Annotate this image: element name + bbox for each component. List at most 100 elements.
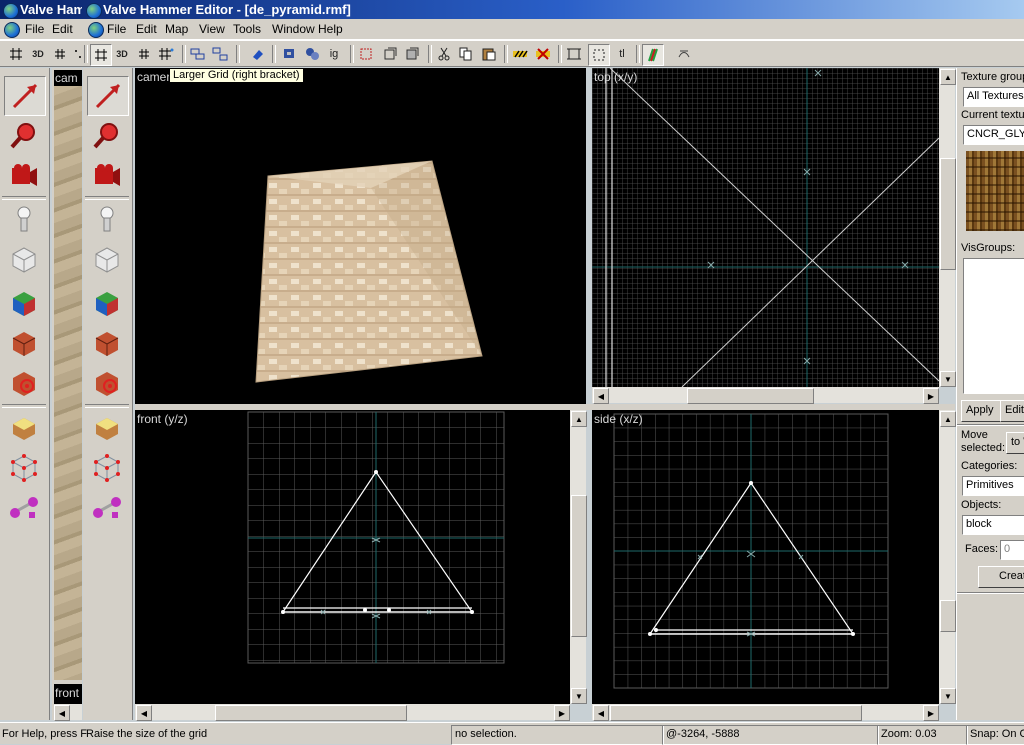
scroll-left-arrow-icon[interactable]: ◀ [593,388,609,404]
edit-button[interactable]: Edit [1000,400,1024,422]
path-icon[interactable] [87,488,127,526]
scroll-up-arrow-icon[interactable]: ▲ [571,411,587,427]
scroll-thumb[interactable] [940,600,956,632]
menu-file-background[interactable]: File [22,21,47,37]
map-bounds-icon[interactable] [564,44,584,64]
categories-select[interactable]: Primitives [962,476,1024,496]
select-by-handles-icon[interactable] [588,44,610,66]
show-helpers-icon[interactable] [642,44,664,66]
scroll-right-arrow-icon[interactable]: ▶ [923,705,939,721]
front-viewport[interactable]: front (y/z) [135,410,570,704]
scroll-left-arrow-icon[interactable]: ◀ [136,705,152,721]
scroll-up-arrow-icon[interactable]: ▲ [940,411,956,427]
scroll-up-arrow-icon[interactable]: ▲ [940,69,956,85]
ignore-grouping-button[interactable]: ig [324,44,344,64]
cordon-icon[interactable] [402,44,422,64]
texture-application-icon[interactable] [87,284,127,322]
show-objects-icon[interactable] [302,44,322,64]
entity-icon[interactable] [4,200,44,238]
block-icon[interactable] [4,240,44,278]
side-viewport[interactable]: side (x/z) [592,410,939,704]
selection-arrow-icon[interactable] [87,76,129,116]
visgroups-list[interactable] [963,258,1024,394]
clipping-icon[interactable] [87,408,127,446]
menu-edit[interactable]: Edit [133,21,160,37]
scroll-thumb[interactable] [215,705,407,721]
vertex-manipulation-icon[interactable] [87,448,127,486]
grid-icon[interactable] [6,44,26,64]
toggle-grid-icon[interactable] [90,44,112,66]
current-texture-select[interactable]: CNCR_GLYPHS [963,125,1024,145]
camera-icon[interactable] [87,156,127,194]
menu-view[interactable]: View [196,21,228,37]
scroll-right-arrow-icon[interactable]: ▶ [923,388,939,404]
copy-icon[interactable] [456,44,476,64]
scroll-thumb[interactable] [610,705,862,721]
texture-lock-button[interactable]: tl [612,44,632,64]
document-globe-icon[interactable] [88,22,104,38]
scroll-down-arrow-icon[interactable]: ▼ [940,371,956,387]
menu-edit-background[interactable]: Edit [49,21,76,37]
entity-icon[interactable] [87,200,127,238]
background-camera-view[interactable]: cam [54,70,82,680]
background-hscrollbar[interactable]: ◀ [54,704,82,721]
front-viewport-vscrollbar[interactable]: ▲ ▼ [570,410,587,704]
apply-button[interactable]: Apply [961,400,1003,422]
menu-help[interactable]: Help [315,21,346,37]
cut-icon[interactable] [434,44,454,64]
path-icon[interactable] [4,488,44,526]
toggle-3d-grid-button[interactable]: 3D [112,44,132,64]
texture-preview[interactable] [966,151,1024,231]
top-viewport[interactable]: top (x/y) [592,68,939,387]
scroll-thumb[interactable] [687,388,814,404]
smaller-grid-icon[interactable] [50,44,70,64]
front-viewport-hscrollbar[interactable]: ◀ ▶ [135,704,570,721]
apply-texture-icon[interactable] [4,324,44,362]
texture-group-select[interactable]: All Textures [963,87,1024,107]
3d-grid-button[interactable]: 3D [28,44,48,64]
larger-grid-icon[interactable] [156,44,176,64]
magnify-icon[interactable] [87,116,127,154]
carve-icon[interactable] [248,44,268,64]
menu-file[interactable]: File [104,21,129,37]
smaller-grid-icon[interactable] [134,44,154,64]
app-globe-icon[interactable] [86,3,102,19]
scroll-down-arrow-icon[interactable]: ▼ [940,688,956,704]
decal-icon[interactable] [4,364,44,402]
background-front-view[interactable]: front [54,684,82,704]
hide-entity-icon[interactable] [533,44,553,64]
menu-tools[interactable]: Tools [230,21,264,37]
top-viewport-hscrollbar[interactable]: ◀ ▶ [592,387,939,404]
texture-application-icon[interactable] [4,284,44,322]
scroll-down-arrow-icon[interactable]: ▼ [571,688,587,704]
scroll-left-arrow-icon[interactable]: ◀ [593,705,609,721]
magnify-icon[interactable] [4,116,44,154]
block-icon[interactable] [87,240,127,278]
objects-select[interactable]: block [962,515,1024,535]
menu-window[interactable]: Window [269,21,318,37]
ungroup-icon[interactable] [210,44,230,64]
menu-map[interactable]: Map [162,21,191,37]
camera-icon[interactable] [4,156,44,194]
scroll-left-arrow-icon[interactable]: ◀ [54,705,70,721]
top-viewport-vscrollbar[interactable]: ▲ ▼ [939,68,956,387]
decal-icon[interactable] [87,364,127,402]
scroll-thumb[interactable] [571,495,587,637]
apply-texture-icon[interactable] [87,324,127,362]
toggle-decals-icon[interactable] [510,44,530,64]
scroll-right-arrow-icon[interactable]: ▶ [554,705,570,721]
texture-scaling-lock-icon[interactable] [380,44,400,64]
vertex-manipulation-icon[interactable] [4,448,44,486]
group-icon[interactable] [188,44,208,64]
app-globe-icon[interactable] [3,3,19,19]
clipping-icon[interactable] [4,408,44,446]
title-bar[interactable]: Valve Hami Valve Hammer Editor - [de_pyr… [0,0,1024,20]
camera-viewport[interactable]: camera [135,68,586,404]
scroll-thumb[interactable] [940,158,956,270]
selection-arrow-icon[interactable] [4,76,46,116]
side-viewport-vscrollbar[interactable]: ▲ ▼ [939,410,956,704]
create-prefab-button[interactable]: Create prefab [978,566,1024,588]
texture-lock-icon[interactable] [356,44,376,64]
side-viewport-hscrollbar[interactable]: ◀ ▶ [592,704,939,721]
to-world-button[interactable]: to World [1006,432,1024,454]
